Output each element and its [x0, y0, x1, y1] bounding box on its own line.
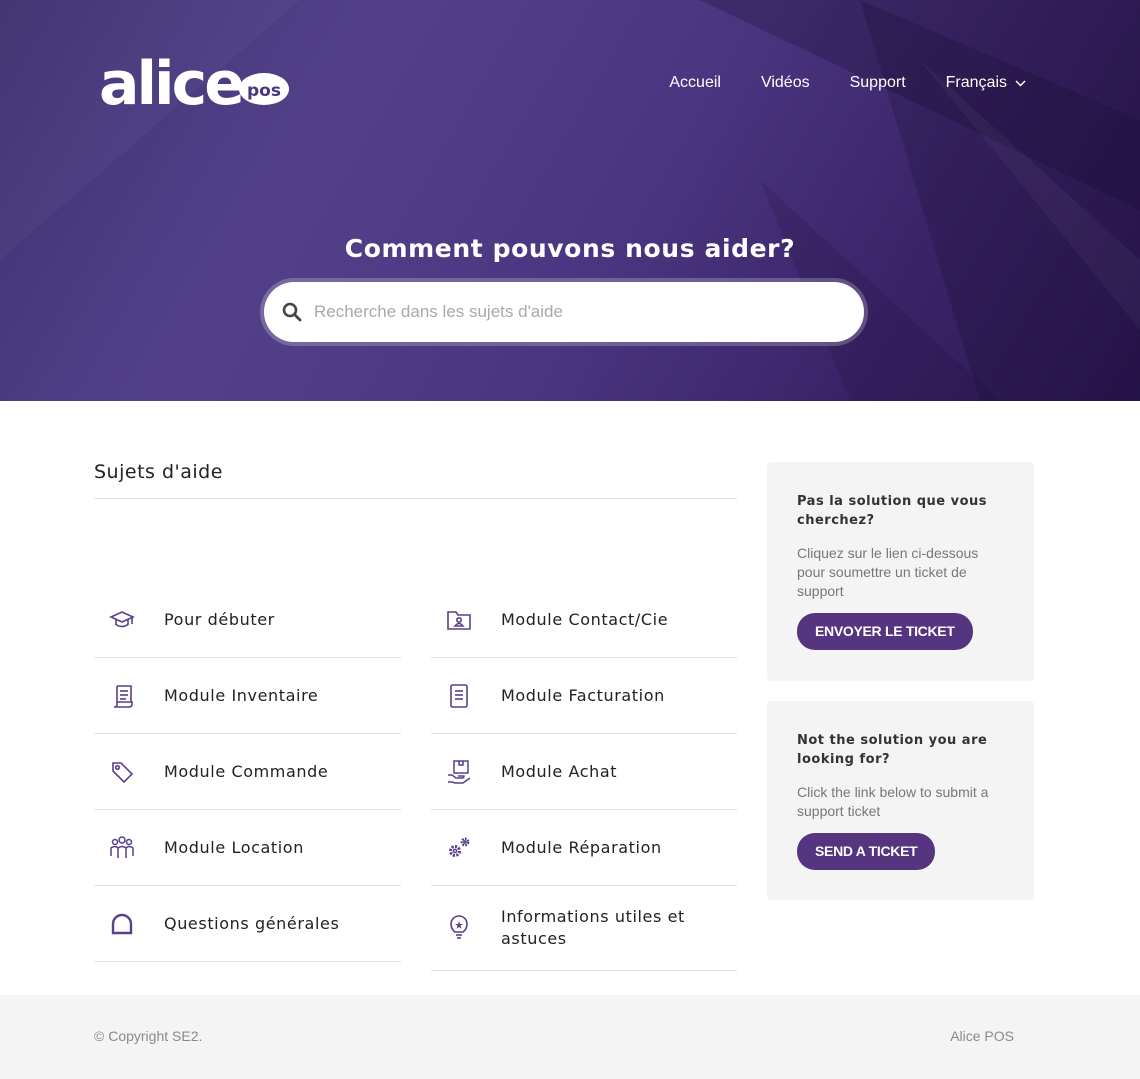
topics-column-right: Module Contact/Cie Module Facturation Mo… [431, 582, 737, 971]
topic-label: Module Location [164, 837, 304, 857]
support-card-en: Not the solution you are looking for? Cl… [767, 701, 1034, 900]
topic-label: Questions générales [164, 913, 340, 933]
language-dropdown[interactable]: Français [946, 74, 1026, 92]
topic-module-achat[interactable]: Module Achat [431, 734, 737, 810]
graduation-cap-icon [109, 610, 135, 627]
card-text: Click the link below to submit a support… [797, 784, 989, 819]
search-bar [264, 282, 864, 342]
topic-label: Pour débuter [164, 609, 275, 629]
topic-pour-debuter[interactable]: Pour débuter [94, 582, 401, 658]
language-label: Français [945, 74, 1007, 91]
topic-label: Module Contact/Cie [501, 609, 669, 629]
search-input[interactable] [314, 302, 834, 322]
footer-brand: Alice POS [950, 1028, 1014, 1044]
nav-support[interactable]: Support [850, 74, 906, 92]
support-card-fr: Pas la solution que vous cherchez? Cliqu… [767, 462, 1034, 681]
send-ticket-button-en[interactable]: Send a ticket [797, 833, 936, 870]
topic-label: Module Facturation [501, 685, 665, 705]
hero-banner: alice pos Accueil Vidéos Support Françai… [0, 0, 1140, 401]
card-title: Pas la solution que vous cherchez? [797, 494, 988, 528]
send-ticket-button-fr[interactable]: Envoyer le ticket [797, 613, 973, 650]
card-title: Not the solution you are looking for? [797, 733, 988, 767]
svg-text:alice: alice [99, 49, 242, 112]
copyright-text: © Copyright SE2. [94, 1028, 203, 1044]
topic-module-commande[interactable]: Module Commande [94, 734, 401, 810]
topic-label: Module Réparation [501, 837, 662, 857]
topic-label: Module Inventaire [164, 685, 319, 705]
search-icon [282, 302, 302, 322]
card-text: Cliquez sur le lien ci-dessous pour soum… [797, 545, 979, 599]
topic-module-contact[interactable]: Module Contact/Cie [431, 582, 737, 658]
hero-title: Comment pouvons nous aider? [344, 234, 796, 263]
topic-label: Informations utiles et astuces [501, 907, 685, 948]
topics-column-left: Pour débuter Module Inventaire Module Co… [94, 582, 401, 962]
invoice-icon [450, 683, 468, 708]
speech-bubble-icon [111, 913, 133, 934]
section-heading: Sujets d'aide [94, 461, 737, 499]
logo-icon: alice pos [99, 49, 289, 119]
contact-folder-icon [447, 610, 471, 630]
alicepos-logo[interactable]: alice pos [99, 46, 291, 119]
tag-icon [112, 761, 134, 783]
main-nav: Accueil Vidéos Support Français [669, 74, 1026, 92]
footer: © Copyright SE2. Alice POS [0, 995, 1140, 1079]
gears-icon [449, 837, 470, 857]
scroll-icon [113, 684, 133, 708]
topic-module-facturation[interactable]: Module Facturation [431, 658, 737, 734]
topic-label: Module Achat [501, 761, 618, 781]
topic-informations-utiles[interactable]: Informations utiles et astuces [431, 886, 737, 971]
topic-questions-generales[interactable]: Questions générales [94, 886, 401, 962]
help-topics-section: Sujets d'aide Pour débuter Module Invent… [94, 461, 737, 971]
main-content: Sujets d'aide Pour débuter Module Invent… [0, 401, 1140, 995]
topic-module-inventaire[interactable]: Module Inventaire [94, 658, 401, 734]
people-icon [110, 835, 134, 858]
search-container [260, 278, 868, 346]
box-hand-icon [448, 759, 471, 784]
nav-accueil[interactable]: Accueil [669, 74, 721, 92]
chevron-down-icon [1015, 79, 1026, 87]
lightbulb-icon [450, 915, 468, 939]
nav-videos[interactable]: Vidéos [761, 74, 810, 92]
topic-module-location[interactable]: Module Location [94, 810, 401, 886]
svg-text:pos: pos [247, 81, 281, 101]
topic-module-reparation[interactable]: Module Réparation [431, 810, 737, 886]
topic-label: Module Commande [164, 761, 329, 781]
